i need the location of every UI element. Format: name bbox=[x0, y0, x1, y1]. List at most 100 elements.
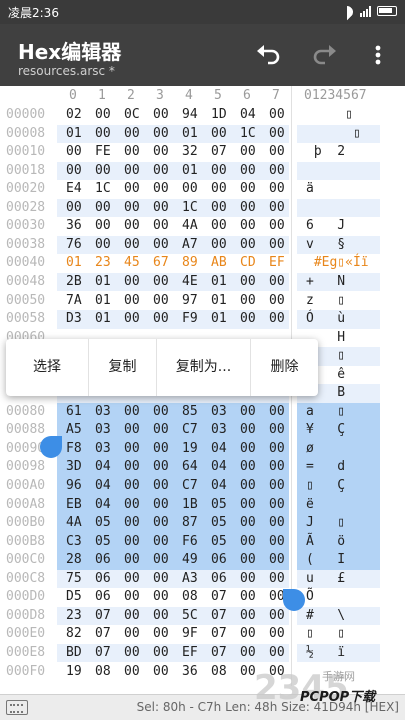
hex-byte[interactable]: 96 bbox=[66, 478, 82, 493]
hex-row[interactable]: 000B8 C3 05 00 00 F6 05 00 00 Ã ö bbox=[0, 532, 405, 552]
hex-byte[interactable]: 06 bbox=[211, 552, 227, 567]
hex-byte[interactable]: 00 bbox=[269, 441, 285, 456]
hex-byte[interactable]: 00 bbox=[211, 237, 227, 252]
hex-byte[interactable]: 00 bbox=[66, 144, 82, 159]
hex-byte[interactable]: 00 bbox=[153, 200, 169, 215]
hex-byte[interactable]: 01 bbox=[66, 126, 82, 141]
hex-byte[interactable]: 00 bbox=[240, 608, 256, 623]
hex-byte[interactable]: 08 bbox=[182, 589, 198, 604]
redo-button[interactable] bbox=[307, 38, 341, 72]
hex-row[interactable]: 000D0 D5 06 00 00 08 07 00 00 Õ bbox=[0, 588, 405, 607]
hex-row[interactable]: 00058 D3 01 00 00 F9 01 00 00 Ó ù bbox=[0, 310, 405, 329]
hex-byte[interactable]: 00 bbox=[240, 274, 256, 289]
ascii-text[interactable]: ë bbox=[306, 497, 314, 512]
hex-byte[interactable]: 00 bbox=[124, 422, 140, 437]
hex-byte[interactable]: 1B bbox=[182, 497, 198, 512]
hex-byte[interactable]: 1C bbox=[240, 126, 256, 141]
hex-byte[interactable]: 04 bbox=[95, 497, 111, 512]
hex-byte[interactable]: F8 bbox=[66, 441, 82, 456]
hex-byte[interactable]: F6 bbox=[182, 534, 198, 549]
ascii-text[interactable]: #Eg▯«Íï bbox=[306, 255, 369, 270]
hex-byte[interactable]: 06 bbox=[95, 589, 111, 604]
hex-byte[interactable]: 00 bbox=[153, 422, 169, 437]
hex-row[interactable]: 00048 2B 01 00 00 4E 01 00 00 + N bbox=[0, 272, 405, 292]
hex-row[interactable]: 00028 00 00 00 00 1C 00 00 00 bbox=[0, 198, 405, 218]
hex-byte[interactable]: A3 bbox=[182, 571, 198, 586]
hex-byte[interactable]: 00 bbox=[240, 626, 256, 641]
hex-byte[interactable]: 00 bbox=[240, 237, 256, 252]
hex-byte[interactable]: 00 bbox=[153, 218, 169, 233]
selection-start-handle[interactable] bbox=[40, 436, 62, 458]
hex-byte[interactable]: 00 bbox=[124, 664, 140, 679]
hex-row[interactable]: 00080 61 03 00 00 85 03 00 00 a ▯ bbox=[0, 402, 405, 422]
menu-item-delete[interactable]: 删除 bbox=[251, 339, 318, 396]
hex-byte[interactable]: 00 bbox=[153, 571, 169, 586]
hex-byte[interactable]: 00 bbox=[240, 515, 256, 530]
hex-byte[interactable]: 45 bbox=[124, 255, 140, 270]
hex-byte[interactable]: 08 bbox=[95, 664, 111, 679]
hex-byte[interactable]: 82 bbox=[66, 626, 82, 641]
hex-row[interactable]: 00038 76 00 00 00 A7 00 00 00 v § bbox=[0, 235, 405, 255]
hex-byte[interactable]: 00 bbox=[240, 422, 256, 437]
hex-byte[interactable]: 00 bbox=[269, 626, 285, 641]
hex-byte[interactable]: 76 bbox=[66, 237, 82, 252]
hex-byte[interactable]: 01 bbox=[95, 293, 111, 308]
hex-byte[interactable]: 4E bbox=[182, 274, 198, 289]
hex-byte[interactable]: 00 bbox=[66, 200, 82, 215]
hex-byte[interactable]: 00 bbox=[240, 404, 256, 419]
hex-byte[interactable]: 00 bbox=[240, 664, 256, 679]
hex-byte[interactable]: 00 bbox=[240, 534, 256, 549]
hex-byte[interactable]: 75 bbox=[66, 571, 82, 586]
hex-byte[interactable]: 00 bbox=[269, 478, 285, 493]
hex-byte[interactable]: 03 bbox=[95, 441, 111, 456]
hex-byte[interactable]: 03 bbox=[95, 404, 111, 419]
hex-byte[interactable]: 32 bbox=[182, 144, 198, 159]
hex-byte[interactable]: 05 bbox=[211, 534, 227, 549]
hex-byte[interactable]: 00 bbox=[240, 200, 256, 215]
hex-row[interactable]: 00020 E4 1C 00 00 00 00 00 00 ä bbox=[0, 180, 405, 199]
ascii-text[interactable]: v § bbox=[306, 237, 345, 252]
hex-row[interactable]: 000C0 28 06 00 00 49 06 00 00 ( I bbox=[0, 551, 405, 570]
hex-byte[interactable]: 01 bbox=[66, 255, 82, 270]
hex-byte[interactable]: 05 bbox=[211, 515, 227, 530]
hex-byte[interactable]: 01 bbox=[182, 126, 198, 141]
hex-byte[interactable]: 00 bbox=[153, 664, 169, 679]
hex-byte[interactable]: 00 bbox=[124, 218, 140, 233]
hex-row[interactable]: 000B0 4A 05 00 00 87 05 00 00 J ▯ bbox=[0, 514, 405, 533]
hex-byte[interactable]: 00 bbox=[153, 311, 169, 326]
hex-byte[interactable]: 00 bbox=[66, 163, 82, 178]
hex-byte[interactable]: F9 bbox=[182, 311, 198, 326]
hex-byte[interactable]: 00 bbox=[95, 218, 111, 233]
hex-byte[interactable]: 00 bbox=[269, 293, 285, 308]
ascii-text[interactable]: # \ bbox=[306, 608, 345, 623]
hex-grid[interactable]: 00000 02 00 0C 00 94 1D 04 00 ▯ 00008 01 00 00 00 01 00… bbox=[0, 106, 405, 686]
hex-byte[interactable]: 00 bbox=[240, 311, 256, 326]
hex-byte[interactable]: 03 bbox=[95, 422, 111, 437]
hex-row[interactable]: 000F0 19 08 00 00 36 08 00 00 bbox=[0, 663, 405, 682]
ascii-text[interactable]: ▯ Ç bbox=[306, 478, 345, 493]
hex-byte[interactable]: 00 bbox=[269, 422, 285, 437]
hex-byte[interactable]: 00 bbox=[124, 515, 140, 530]
hex-byte[interactable]: 00 bbox=[240, 645, 256, 660]
hex-byte[interactable]: 7A bbox=[66, 293, 82, 308]
hex-byte[interactable]: CD bbox=[240, 255, 256, 270]
hex-byte[interactable]: 00 bbox=[269, 200, 285, 215]
hex-byte[interactable]: 61 bbox=[66, 404, 82, 419]
hex-byte[interactable]: 00 bbox=[240, 589, 256, 604]
more-options-button[interactable] bbox=[361, 38, 395, 72]
hex-byte[interactable]: 00 bbox=[269, 404, 285, 419]
hex-byte[interactable]: 00 bbox=[124, 181, 140, 196]
hex-byte[interactable]: 00 bbox=[240, 497, 256, 512]
undo-button[interactable] bbox=[252, 38, 286, 72]
hex-byte[interactable]: 00 bbox=[124, 311, 140, 326]
hex-byte[interactable]: 07 bbox=[211, 645, 227, 660]
ascii-text[interactable]: Ó ù bbox=[306, 311, 345, 326]
selection-end-handle[interactable] bbox=[283, 589, 305, 611]
hex-byte[interactable]: 00 bbox=[240, 571, 256, 586]
hex-byte[interactable]: 00 bbox=[269, 534, 285, 549]
hex-byte[interactable]: 00 bbox=[124, 441, 140, 456]
hex-byte[interactable]: 4A bbox=[66, 515, 82, 530]
hex-byte[interactable]: 00 bbox=[153, 626, 169, 641]
hex-byte[interactable]: 00 bbox=[240, 218, 256, 233]
ascii-text[interactable]: ▯ ▯ bbox=[306, 626, 345, 641]
